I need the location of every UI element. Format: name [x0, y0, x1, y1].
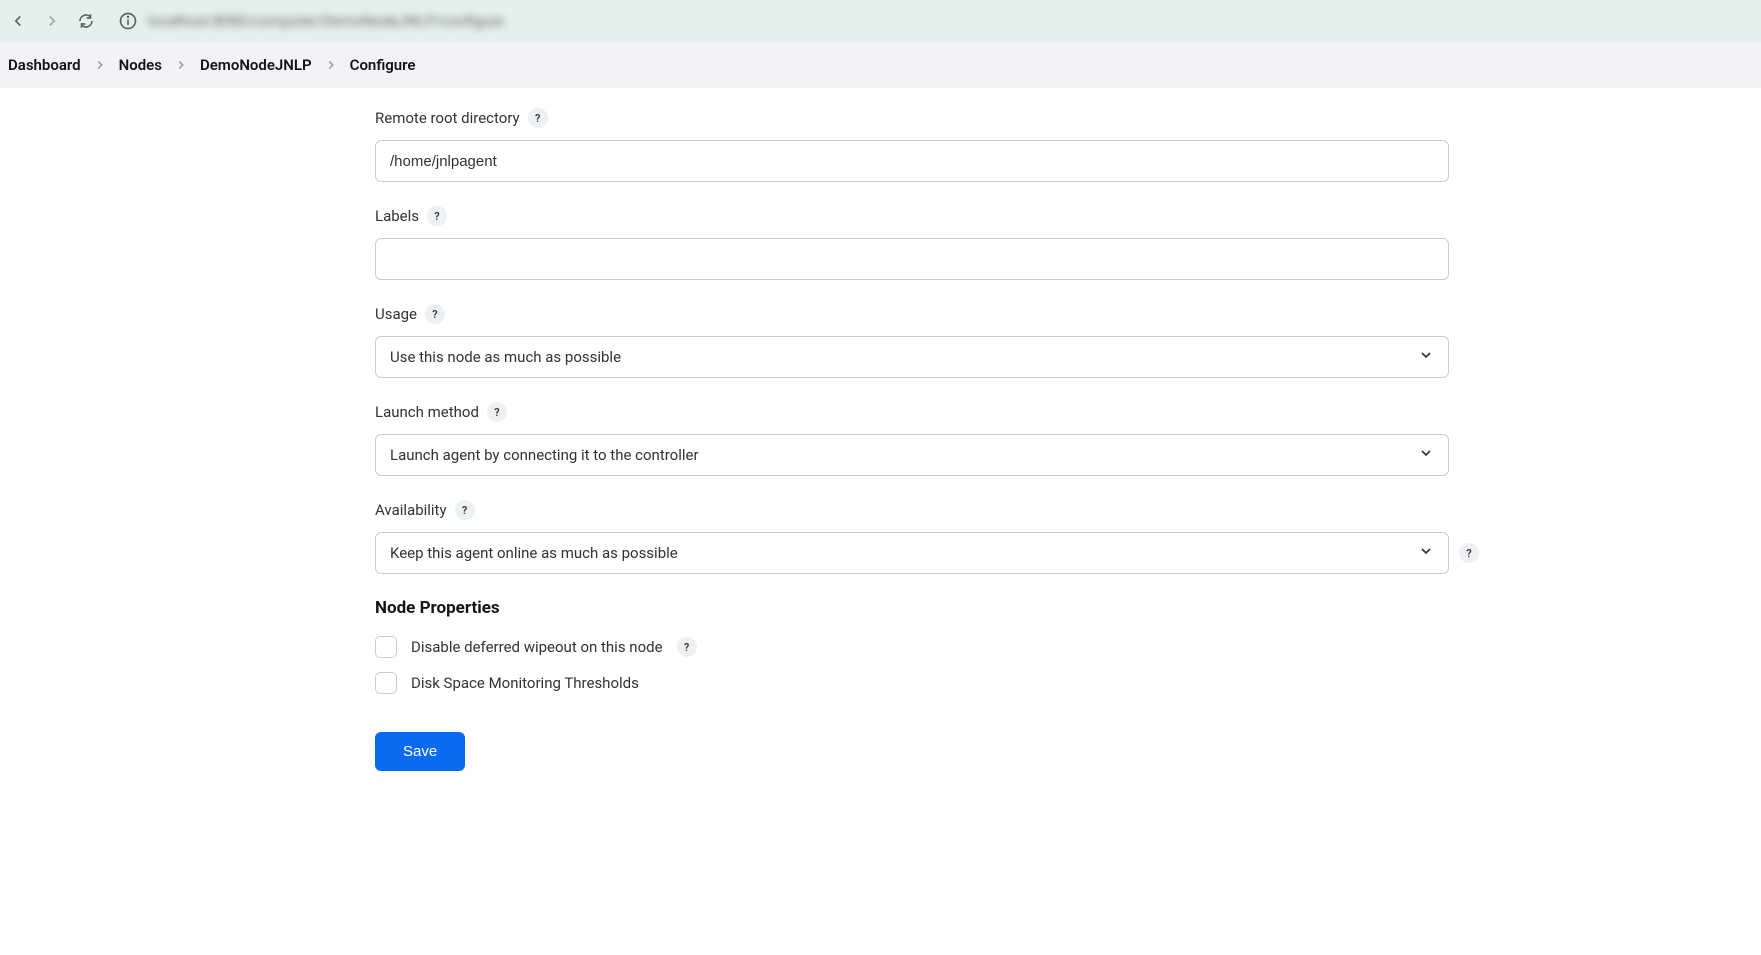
- availability-select[interactable]: Keep this agent online as much as possib…: [375, 532, 1449, 574]
- disable-wipeout-row: Disable deferred wipeout on this node ?: [375, 636, 1449, 658]
- chevron-down-icon: [1418, 543, 1434, 563]
- launch-method-label: Launch method: [375, 403, 479, 421]
- usage-label: Usage: [375, 305, 417, 323]
- disk-space-row: Disk Space Monitoring Thresholds: [375, 672, 1449, 694]
- url-bar[interactable]: localhost:8080/computer/DemoNodeJNLP/con…: [108, 6, 1755, 36]
- labels-field: Labels ?: [375, 206, 1449, 280]
- node-properties-heading: Node Properties: [375, 598, 1449, 618]
- launch-method-field: Launch method ? Launch agent by connecti…: [375, 402, 1449, 476]
- breadcrumb-configure[interactable]: Configure: [350, 56, 416, 74]
- help-icon[interactable]: ?: [1459, 543, 1479, 563]
- chevron-right-icon: [174, 58, 188, 72]
- remote-root-label: Remote root directory: [375, 109, 520, 127]
- help-icon[interactable]: ?: [455, 500, 475, 520]
- usage-field: Usage ? Use this node as much as possibl…: [375, 304, 1449, 378]
- disable-wipeout-label: Disable deferred wipeout on this node: [411, 638, 663, 656]
- availability-value: Keep this agent online as much as possib…: [390, 544, 678, 562]
- breadcrumb-node[interactable]: DemoNodeJNLP: [200, 56, 312, 74]
- chevron-right-icon: [93, 58, 107, 72]
- chevron-right-icon: [324, 58, 338, 72]
- breadcrumb-dashboard[interactable]: Dashboard: [8, 56, 81, 74]
- configure-form: Remote root directory ? Labels ? Usage ?…: [375, 88, 1449, 811]
- help-icon[interactable]: ?: [677, 637, 697, 657]
- help-icon[interactable]: ?: [427, 206, 447, 226]
- availability-field: Availability ? Keep this agent online as…: [375, 500, 1449, 574]
- launch-method-value: Launch agent by connecting it to the con…: [390, 446, 699, 464]
- back-button[interactable]: [6, 9, 30, 33]
- usage-select[interactable]: Use this node as much as possible: [375, 336, 1449, 378]
- remote-root-input[interactable]: [375, 140, 1449, 182]
- disk-space-label: Disk Space Monitoring Thresholds: [411, 674, 639, 692]
- disk-space-checkbox[interactable]: [375, 672, 397, 694]
- breadcrumb: Dashboard Nodes DemoNodeJNLP Configure: [0, 42, 1761, 88]
- chevron-down-icon: [1418, 347, 1434, 367]
- disable-wipeout-checkbox[interactable]: [375, 636, 397, 658]
- labels-label: Labels: [375, 207, 419, 225]
- availability-label: Availability: [375, 501, 447, 519]
- help-icon[interactable]: ?: [425, 304, 445, 324]
- launch-method-select[interactable]: Launch agent by connecting it to the con…: [375, 434, 1449, 476]
- help-icon[interactable]: ?: [487, 402, 507, 422]
- help-icon[interactable]: ?: [528, 108, 548, 128]
- breadcrumb-nodes[interactable]: Nodes: [119, 56, 162, 74]
- remote-root-field: Remote root directory ?: [375, 108, 1449, 182]
- chevron-down-icon: [1418, 445, 1434, 465]
- usage-value: Use this node as much as possible: [390, 348, 621, 366]
- save-button[interactable]: Save: [375, 732, 465, 771]
- refresh-button[interactable]: [74, 9, 98, 33]
- info-icon: [118, 11, 138, 31]
- url-text: localhost:8080/computer/DemoNodeJNLP/con…: [148, 12, 504, 30]
- forward-button[interactable]: [40, 9, 64, 33]
- labels-input[interactable]: [375, 238, 1449, 280]
- browser-bar: localhost:8080/computer/DemoNodeJNLP/con…: [0, 0, 1761, 42]
